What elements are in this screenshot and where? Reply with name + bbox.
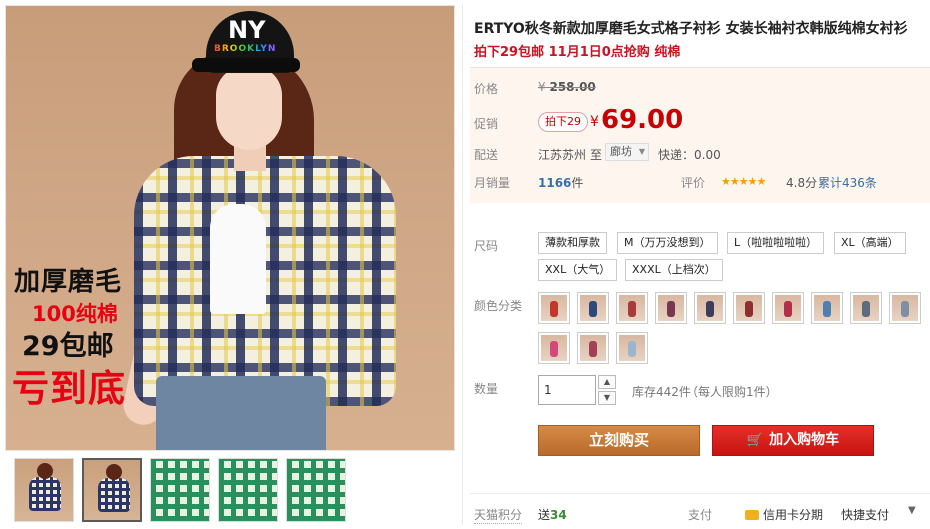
white-tank-top xyxy=(210,204,266,314)
points-reward: 送34 xyxy=(538,508,567,522)
thumbnail-5[interactable] xyxy=(286,458,346,522)
current-price: 69.00 xyxy=(601,105,684,135)
cart-icon: 🛒 xyxy=(746,433,764,448)
destination-city: 廊坊 xyxy=(610,145,632,158)
destination-city-select[interactable]: 廊坊 ▼ xyxy=(605,143,649,161)
color-swatch-5[interactable] xyxy=(694,292,726,324)
size-option-xxl[interactable]: XXL（大气） xyxy=(538,259,618,281)
model-face xyxy=(216,66,282,150)
quantity-input[interactable]: 1 xyxy=(538,375,596,405)
purchase-limit: （每人限购1件） xyxy=(686,385,778,399)
color-swatch-6[interactable] xyxy=(733,292,765,324)
promo-text-thick: 加厚磨毛 xyxy=(14,267,123,297)
swatch-image xyxy=(541,335,567,361)
product-subtitle: 拍下29包邮 11月1日0点抢购 纯棉 xyxy=(474,45,681,60)
swatch-image xyxy=(892,295,918,321)
buy-now-button[interactable]: 立刻购买 xyxy=(538,425,700,456)
price-label: 价格 xyxy=(474,82,499,96)
swatch-image xyxy=(775,295,801,321)
thumbnail-1[interactable] xyxy=(14,458,74,522)
installment-payment[interactable]: 信用卡分期 xyxy=(745,506,823,523)
swatch-image xyxy=(736,295,762,321)
swatch-image xyxy=(541,295,567,321)
stock-count: 库存442件 xyxy=(632,385,691,399)
main-product-image[interactable]: NY BROOKLYN 加厚磨毛 100纯棉 29包邮 亏到底 xyxy=(5,5,455,451)
add-to-cart-button[interactable]: 🛒 加入购物车 xyxy=(712,425,874,456)
swatch-image xyxy=(814,295,840,321)
color-swatch-12[interactable] xyxy=(577,332,609,364)
color-swatch-3[interactable] xyxy=(616,292,648,324)
ship-from: 江苏苏州 xyxy=(538,148,587,162)
color-swatch-8[interactable] xyxy=(811,292,843,324)
quantity-increase-button[interactable]: ▲ xyxy=(598,375,616,389)
size-option-1[interactable]: 薄款和厚款 xyxy=(538,232,607,254)
color-swatch-10[interactable] xyxy=(889,292,921,324)
color-swatch-13[interactable] xyxy=(616,332,648,364)
size-option-xl[interactable]: XL（高端） xyxy=(834,232,906,254)
swatch-image xyxy=(697,295,723,321)
size-label: 尺码 xyxy=(474,239,499,253)
swatch-image xyxy=(580,335,606,361)
monthly-sales-label: 月销量 xyxy=(474,176,511,190)
thumbnail-3[interactable] xyxy=(150,458,210,522)
monthly-sales: 1166件 xyxy=(538,176,584,190)
cap-brim xyxy=(192,58,300,72)
promo-tag-badge: 拍下29 xyxy=(538,112,588,132)
size-option-m[interactable]: M（万万没想到） xyxy=(617,232,718,254)
chevron-down-icon[interactable]: ▼ xyxy=(908,505,916,516)
quantity-label: 数量 xyxy=(474,382,499,396)
product-title: ERTYO秋冬新款加厚磨毛女式格子衬衫 女装长袖衬衣韩版纯棉女衬衫 xyxy=(474,21,908,37)
color-swatch-7[interactable] xyxy=(772,292,804,324)
swatch-image xyxy=(853,295,879,321)
color-swatch-9[interactable] xyxy=(850,292,882,324)
size-option-l[interactable]: L（啦啦啦啦啦） xyxy=(727,232,825,254)
promo-text-clearance: 亏到底 xyxy=(12,367,126,410)
shipping-fee: 快递：0.00 xyxy=(658,148,721,162)
color-swatch-2[interactable] xyxy=(577,292,609,324)
color-swatch-4[interactable] xyxy=(655,292,687,324)
quick-payment[interactable]: 快捷支付 xyxy=(841,506,889,523)
original-price: ¥ 258.00 xyxy=(538,80,596,94)
color-swatch-1[interactable] xyxy=(538,292,570,324)
add-to-cart-label: 加入购物车 xyxy=(769,432,840,448)
swatch-image xyxy=(580,295,606,321)
swatch-image xyxy=(619,335,645,361)
ship-to-prefix: 至 xyxy=(590,148,603,162)
credit-card-icon xyxy=(745,510,759,520)
color-swatch-11[interactable] xyxy=(538,332,570,364)
rating-label: 评价 xyxy=(681,176,706,190)
promo-label: 促销 xyxy=(474,117,499,131)
delivery-label: 配送 xyxy=(474,148,499,162)
cap-logo-text: NY xyxy=(228,16,266,44)
chevron-down-icon: ▼ xyxy=(638,147,645,156)
swatch-image xyxy=(619,295,645,321)
thumbnail-2[interactable] xyxy=(82,458,142,522)
footer-divider xyxy=(470,493,930,494)
rating-score: 4.8分 xyxy=(786,176,818,190)
swatch-image xyxy=(658,295,684,321)
thumbnail-4[interactable] xyxy=(218,458,278,522)
rating-stars-icon: ★★★★★ xyxy=(721,175,766,188)
divider xyxy=(462,5,463,525)
model-jeans xyxy=(156,376,326,450)
cap-rainbow-text: BROOKLYN xyxy=(214,44,277,54)
review-count-link[interactable]: 累计436条 xyxy=(818,174,877,191)
payment-label: 支付 xyxy=(688,508,713,522)
tmall-points-label[interactable]: 天猫积分 xyxy=(474,506,523,524)
currency-symbol: ¥ xyxy=(590,114,599,130)
size-option-xxxl[interactable]: XXXL（上档次） xyxy=(625,259,723,281)
color-label: 颜色分类 xyxy=(474,299,523,313)
quantity-decrease-button[interactable]: ▼ xyxy=(598,391,616,405)
